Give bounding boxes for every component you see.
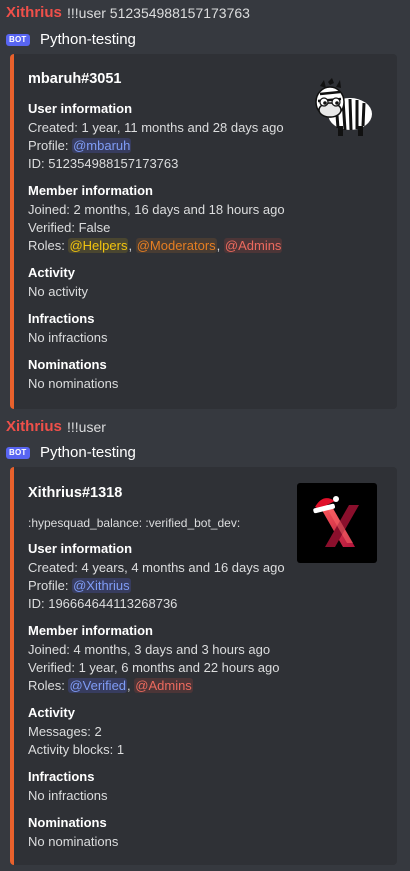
roles-label: Roles: xyxy=(28,678,69,693)
field-name-nominations: Nominations xyxy=(28,357,107,372)
field-verified: Verified: 1 year, 6 months and 22 hours … xyxy=(28,660,280,675)
role-mention-moderators[interactable]: @Moderators xyxy=(135,238,217,253)
role-mention-admins[interactable]: @Admins xyxy=(223,238,283,253)
embed-title: Xithrius#1318 xyxy=(28,485,123,501)
field-name-nominations: Nominations xyxy=(28,815,107,830)
field-joined: Joined: 2 months, 16 days and 18 hours a… xyxy=(28,202,285,217)
field-activity-value: No activity xyxy=(28,284,88,299)
bot-username[interactable]: Python-testing xyxy=(40,444,136,461)
field-messages: Messages: 2 xyxy=(28,724,102,739)
roles-label: Roles: xyxy=(28,238,69,253)
profile-mention[interactable]: @Xithrius xyxy=(72,578,131,593)
roles-separator: , xyxy=(216,238,224,253)
profile-label: Profile: xyxy=(28,138,73,153)
field-name-infractions: Infractions xyxy=(28,311,95,326)
field-nominations-value: No nominations xyxy=(28,376,119,391)
field-name-member-information: Member information xyxy=(28,183,153,198)
field-name-user-information: User information xyxy=(28,541,133,556)
message-author[interactable]: Xithrius xyxy=(6,4,62,21)
field-joined: Joined: 4 months, 3 days and 3 hours ago xyxy=(28,642,271,657)
field-nominations-value: No nominations xyxy=(28,834,119,849)
zebra-avatar-icon xyxy=(315,78,372,136)
x-logo-icon xyxy=(313,496,359,547)
field-name-member-information: Member information xyxy=(28,623,153,638)
bot-badge: BOT xyxy=(6,447,30,459)
bot-badge: BOT xyxy=(6,34,30,46)
x-logo-avatar-icon xyxy=(297,483,377,563)
role-mention-verified[interactable]: @Verified xyxy=(68,678,128,693)
field-activity-blocks: Activity blocks: 1 xyxy=(28,742,125,757)
role-mention-admins[interactable]: @Admins xyxy=(134,678,193,693)
field-verified: Verified: False xyxy=(28,220,111,235)
message-author[interactable]: Xithrius xyxy=(6,418,62,435)
profile-label: Profile: xyxy=(28,578,73,593)
field-id: ID: 196664644113268736 xyxy=(28,596,178,611)
field-profile: Profile: @mbaruh xyxy=(28,137,132,155)
bot-username[interactable]: Python-testing xyxy=(40,31,136,48)
field-roles: Roles: @Verified, @Admins xyxy=(28,677,193,695)
embed-description: :hypesquad_balance: :verified_bot_dev: xyxy=(28,516,241,530)
field-roles: Roles: @Helpers, @Moderators, @Admins xyxy=(28,237,283,255)
field-name-activity: Activity xyxy=(28,265,75,280)
field-name-user-information: User information xyxy=(28,101,133,116)
role-mention-helpers[interactable]: @Helpers xyxy=(68,238,129,253)
field-name-infractions: Infractions xyxy=(28,769,95,784)
embed-title: mbaruh#3051 xyxy=(28,71,122,87)
field-created: Created: 1 year, 11 months and 28 days a… xyxy=(28,120,284,135)
field-infractions-value: No infractions xyxy=(28,788,108,803)
field-name-activity: Activity xyxy=(28,705,75,720)
message-content: !!!user 512354988157173763 xyxy=(67,5,250,21)
field-created: Created: 4 years, 4 months and 16 days a… xyxy=(28,560,285,575)
message-content: !!!user xyxy=(67,419,106,435)
roles-separator: , xyxy=(128,238,136,253)
field-id: ID: 512354988157173763 xyxy=(28,156,179,171)
field-infractions-value: No infractions xyxy=(28,330,108,345)
profile-mention[interactable]: @mbaruh xyxy=(72,138,132,153)
field-profile: Profile: @Xithrius xyxy=(28,577,131,595)
